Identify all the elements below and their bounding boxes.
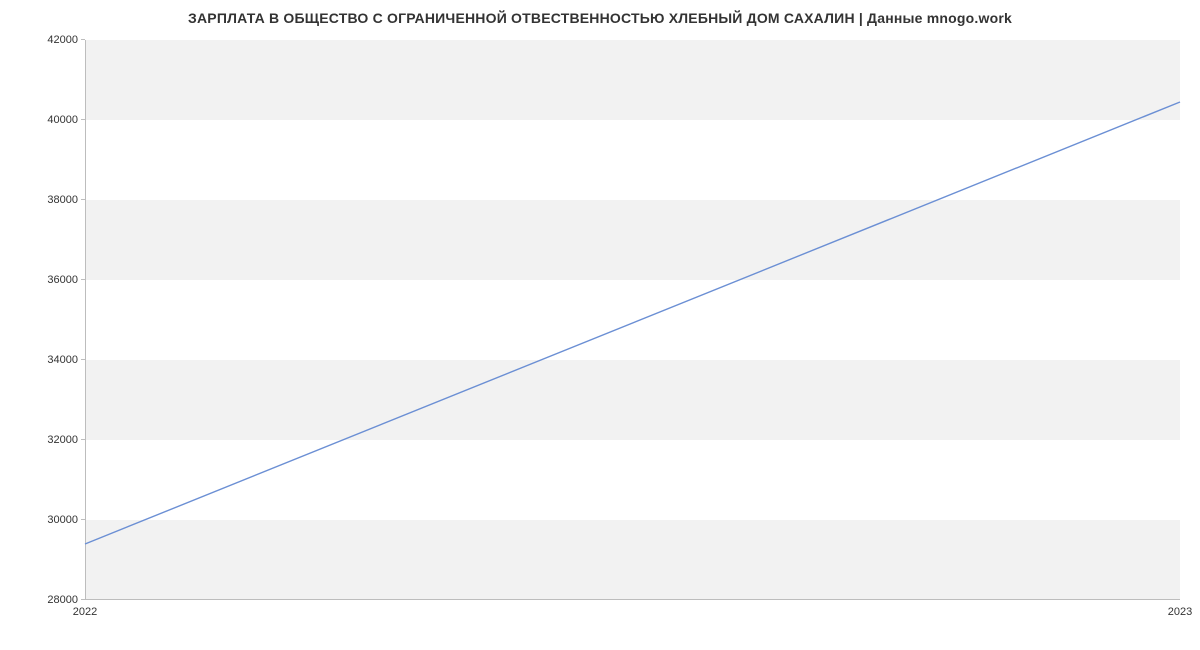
x-tick-label: 2023 bbox=[1168, 606, 1192, 618]
series-line bbox=[85, 102, 1180, 544]
y-tick-label: 36000 bbox=[18, 274, 78, 286]
y-tick-label: 40000 bbox=[18, 114, 78, 126]
y-tick-label: 38000 bbox=[18, 194, 78, 206]
y-tick-label: 32000 bbox=[18, 434, 78, 446]
y-tick-label: 30000 bbox=[18, 514, 78, 526]
y-tick-label: 28000 bbox=[18, 594, 78, 606]
line-layer bbox=[85, 40, 1180, 600]
plot-area bbox=[85, 40, 1180, 600]
y-tick-label: 42000 bbox=[18, 34, 78, 46]
chart-title: ЗАРПЛАТА В ОБЩЕСТВО С ОГРАНИЧЕННОЙ ОТВЕС… bbox=[0, 10, 1200, 26]
chart-container: ЗАРПЛАТА В ОБЩЕСТВО С ОГРАНИЧЕННОЙ ОТВЕС… bbox=[0, 0, 1200, 650]
x-tick-label: 2022 bbox=[73, 606, 97, 618]
y-tick-label: 34000 bbox=[18, 354, 78, 366]
